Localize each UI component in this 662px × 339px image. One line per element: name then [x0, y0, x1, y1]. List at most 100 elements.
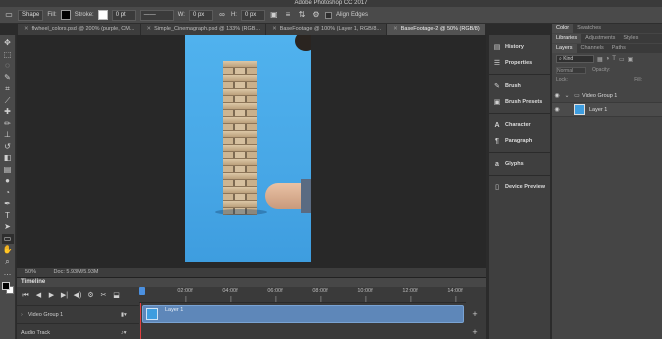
audio-note-icon[interactable]: ♪▾ — [121, 324, 127, 339]
next-frame-icon[interactable]: ▶| — [60, 291, 69, 300]
tab-channels[interactable]: Channels — [577, 44, 608, 53]
track-audio[interactable]: Audio Track ♪▾ — [17, 323, 139, 339]
film-icon[interactable]: ▮▾ — [121, 306, 127, 324]
type-tool-icon[interactable]: T — [2, 211, 14, 221]
tab-color[interactable]: Color — [552, 24, 574, 33]
dock-properties[interactable]: ☰ Properties — [489, 55, 550, 71]
add-audio-icon[interactable]: + — [470, 327, 480, 337]
zoom-level[interactable]: 50% — [25, 269, 36, 275]
dodge-tool-icon[interactable]: ◔ — [2, 188, 14, 198]
link-icon[interactable]: ∞ — [217, 10, 227, 20]
dock-paragraph[interactable]: ¶ Paragraph — [489, 133, 550, 149]
foreground-color-swatch[interactable] — [1, 281, 10, 290]
stroke-swatch[interactable] — [97, 10, 108, 20]
layer-row-layer-1[interactable]: ◉ Layer 1 — [552, 103, 662, 117]
document-tab[interactable]: ✕ flwheel_colors.psd @ 200% (purple, CM..… — [18, 24, 141, 35]
tools-panel: ✥ ⬚ ◌ ✎ ⌗ ⟋ ✚ ✏ ⊥ ↺ ◧ ▤ ● ◔ ✒ T ➤ ▭ ✋ ⌕ … — [0, 35, 16, 339]
blend-mode-select[interactable]: Normal — [556, 66, 586, 74]
split-icon[interactable]: ✂ — [99, 291, 108, 300]
dock-brush-presets[interactable]: ▣ Brush Presets — [489, 94, 550, 110]
width-field[interactable]: 0 px — [188, 9, 213, 21]
transition-icon[interactable]: ⬓ — [112, 291, 121, 300]
dock-character[interactable]: A Character — [489, 117, 550, 133]
tab-layers[interactable]: Layers — [552, 44, 577, 53]
hand-tool-icon[interactable]: ✋ — [2, 245, 14, 255]
close-icon[interactable]: ✕ — [272, 26, 277, 32]
align-edges-checkbox[interactable] — [324, 11, 332, 19]
tab-paths[interactable]: Paths — [608, 44, 630, 53]
canvas-area[interactable] — [17, 35, 486, 268]
quick-select-tool-icon[interactable]: ✎ — [2, 73, 14, 83]
lock-row: Lock: Fill: — [552, 75, 662, 85]
document-image-jenga[interactable] — [185, 35, 311, 262]
shape-mode-select[interactable]: Shape — [18, 9, 44, 21]
dock-history[interactable]: ▤ History — [489, 39, 550, 55]
clone-stamp-tool-icon[interactable]: ⊥ — [2, 130, 14, 140]
dock-brush[interactable]: ✎ Brush — [489, 78, 550, 94]
close-icon[interactable]: ✕ — [393, 26, 398, 32]
eraser-tool-icon[interactable]: ◧ — [2, 153, 14, 163]
track-video-group[interactable]: › Video Group 1 ▮▾ — [17, 305, 139, 323]
chevron-down-icon[interactable]: ⌄ — [562, 92, 572, 99]
tab-libraries[interactable]: Libraries — [552, 34, 582, 43]
blur-tool-icon[interactable]: ● — [2, 176, 14, 186]
add-media-icon[interactable]: + — [470, 309, 480, 319]
eyedropper-tool-icon[interactable]: ⟋ — [2, 96, 14, 106]
crop-tool-icon[interactable]: ⌗ — [2, 84, 14, 94]
close-icon[interactable]: ✕ — [147, 26, 152, 32]
document-tab[interactable]: ✕ Simple_Cinemagraph.psd @ 133% (RGB... — [141, 24, 267, 35]
pen-tool-icon[interactable]: ✒ — [2, 199, 14, 209]
document-tab[interactable]: ✕ BaseFootage @ 100% (Layer 1, RGB/8... — [266, 24, 388, 35]
options-bar: ▭ Shape Fill: Stroke: 0 pt —— W: 0 px ∞ … — [0, 7, 662, 24]
healing-brush-tool-icon[interactable]: ✚ — [2, 107, 14, 117]
audio-icon[interactable]: ◀) — [73, 291, 82, 300]
stroke-type-select[interactable]: —— — [139, 9, 174, 21]
tab-styles[interactable]: Styles — [619, 34, 642, 43]
brush-tool-icon[interactable]: ✏ — [2, 119, 14, 129]
path-ops-icon[interactable]: ▣ — [269, 10, 279, 20]
clip-label: Layer 1 — [165, 307, 184, 313]
dock-glyphs[interactable]: a Glyphs — [489, 156, 550, 172]
gradient-tool-icon[interactable]: ▤ — [2, 165, 14, 175]
smart-object-filter-icon[interactable]: ▣ — [628, 56, 634, 63]
tab-adjustments[interactable]: Adjustments — [581, 34, 619, 43]
layer-row-video-group[interactable]: ◉ ⌄ ▭ Video Group 1 — [552, 89, 662, 103]
path-arrange-icon[interactable]: ⇅ — [297, 10, 307, 20]
document-tab-active[interactable]: ✕ BaseFootage-2 @ 50% (RGB/8) — [387, 24, 486, 35]
eye-icon[interactable]: ◉ — [552, 106, 562, 113]
chevron-right-icon[interactable]: › — [21, 312, 23, 318]
zoom-tool-icon[interactable]: ⌕ — [2, 257, 14, 267]
play-icon[interactable]: ▶ — [47, 291, 56, 300]
lasso-tool-icon[interactable]: ◌ — [2, 61, 14, 71]
shape-tool-icon[interactable]: ▭ — [1, 233, 14, 244]
move-tool-icon[interactable]: ✥ — [2, 38, 14, 48]
history-brush-tool-icon[interactable]: ↺ — [2, 142, 14, 152]
eye-icon[interactable]: ◉ — [552, 92, 562, 99]
marquee-tool-icon[interactable]: ⬚ — [2, 50, 14, 60]
playhead[interactable] — [139, 287, 145, 295]
gear-icon[interactable]: ⚙ — [311, 10, 321, 20]
path-align-icon[interactable]: ≡ — [283, 10, 293, 20]
pixel-filter-icon[interactable]: ▦ — [597, 56, 603, 63]
first-frame-icon[interactable]: ⏮ — [21, 291, 30, 300]
stroke-width-field[interactable]: 0 pt — [111, 9, 136, 21]
prev-frame-icon[interactable]: ◀ — [34, 291, 43, 300]
type-filter-icon[interactable]: T — [612, 56, 616, 62]
color-swatches[interactable] — [1, 281, 14, 294]
shape-tool-icon[interactable]: ▭ — [4, 10, 14, 20]
lock-label: Lock: — [556, 77, 568, 83]
settings-icon[interactable]: ⚙ — [86, 291, 95, 300]
dock-device-preview[interactable]: ▯ Device Preview — [489, 179, 550, 195]
timeline-ruler[interactable]: 02:00f 04:00f 06:00f 08:00f 10:00f 12:00… — [139, 287, 466, 303]
tab-swatches[interactable]: Swatches — [573, 24, 605, 33]
video-clip[interactable]: Layer 1 — [142, 305, 464, 323]
path-select-tool-icon[interactable]: ➤ — [2, 222, 14, 232]
more-tools-icon[interactable]: … — [2, 268, 14, 278]
shape-filter-icon[interactable]: ▭ — [619, 56, 625, 63]
height-field[interactable]: 0 px — [240, 9, 265, 21]
fill-swatch[interactable] — [60, 10, 71, 20]
status-bar: 50% Doc: 5.93M/5.93M — [17, 268, 486, 277]
kind-filter-select[interactable]: ⌕ Kind — [556, 55, 594, 63]
close-icon[interactable]: ✕ — [24, 26, 29, 32]
adjustment-filter-icon[interactable]: ◑ — [606, 56, 610, 62]
